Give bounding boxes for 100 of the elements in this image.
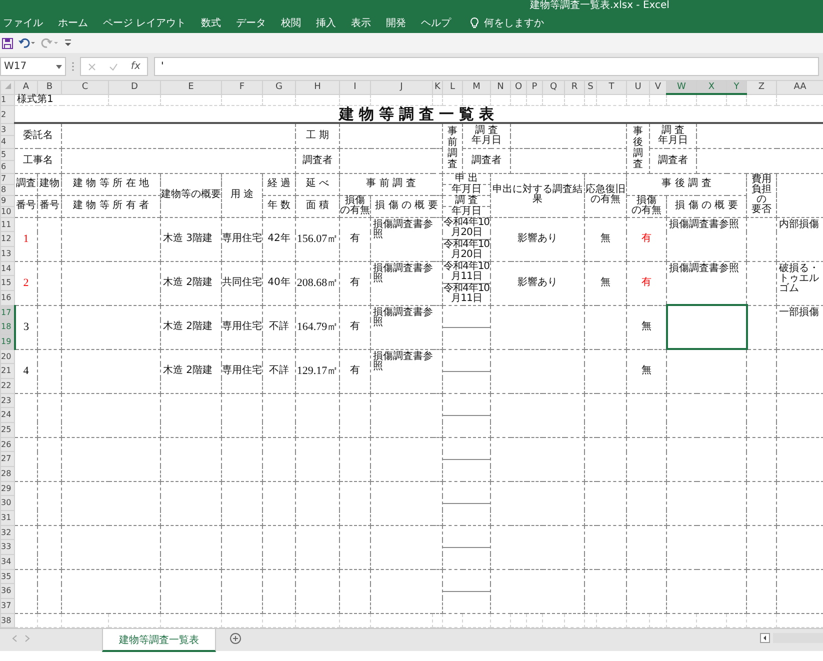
column-header[interactable]: E	[160, 80, 222, 94]
column-header[interactable]: X	[696, 80, 726, 94]
row-header[interactable]: 6	[0, 160, 14, 173]
row-header[interactable]: 12	[0, 232, 14, 246]
formula-field[interactable]: '	[154, 57, 819, 76]
row-header[interactable]: 8	[0, 184, 14, 195]
column-header[interactable]: B	[38, 80, 62, 94]
redo-icon[interactable]	[41, 38, 59, 48]
scroll-left-icon[interactable]	[12, 634, 17, 642]
sheet-tab[interactable]: 建物等調査一覧表	[102, 628, 216, 652]
check-icon[interactable]	[108, 62, 118, 70]
select-all-icon[interactable]	[4, 83, 10, 90]
column-header[interactable]: L	[442, 80, 462, 94]
column-header[interactable]: P	[526, 80, 542, 94]
menu-item[interactable]: 数式	[201, 16, 222, 30]
row-header[interactable]: 2	[0, 105, 14, 123]
column-header[interactable]: Z	[746, 80, 776, 94]
row-header[interactable]: 9	[0, 195, 14, 206]
menu-item[interactable]: ファイル	[3, 16, 43, 30]
column-header[interactable]: R	[564, 80, 584, 94]
cancel-icon[interactable]	[88, 62, 96, 70]
column-header[interactable]: O	[510, 80, 526, 94]
column-heading: 申 出	[442, 173, 490, 184]
column-header[interactable]: D	[108, 80, 160, 94]
active-cell[interactable]	[666, 305, 746, 349]
column-header[interactable]: U	[626, 80, 650, 94]
row-header[interactable]: 3	[0, 123, 14, 136]
menu-item[interactable]: ホーム	[58, 16, 88, 30]
row-header[interactable]: 20	[0, 349, 14, 364]
column-header[interactable]: K	[432, 80, 442, 94]
column-heading: 事 後 調 査	[626, 173, 746, 195]
row-header[interactable]: 32	[0, 525, 14, 540]
column-heading: 事前調査	[448, 126, 458, 170]
row-header[interactable]: 38	[0, 613, 14, 627]
row-header[interactable]: 18	[0, 320, 14, 334]
row-header[interactable]: 16	[0, 290, 14, 305]
row-header[interactable]: 17	[0, 305, 14, 320]
scroll-left-button-icon[interactable]	[760, 632, 770, 642]
row-header[interactable]: 33	[0, 540, 14, 554]
row-header[interactable]: 35	[0, 569, 14, 584]
column-header[interactable]: Q	[542, 80, 564, 94]
menu-item[interactable]: 校閲	[281, 16, 302, 30]
row-header[interactable]: 23	[0, 393, 14, 408]
column-header[interactable]: G	[262, 80, 296, 94]
column-header[interactable]: A	[14, 80, 38, 94]
undo-icon[interactable]	[18, 38, 36, 48]
menu-item[interactable]: 挿入	[316, 16, 336, 30]
column-header[interactable]: T	[596, 80, 626, 94]
row-header[interactable]: 15	[0, 276, 14, 290]
row-header[interactable]: 28	[0, 466, 14, 481]
menu-item[interactable]: ページ レイアウト	[103, 16, 186, 30]
column-header[interactable]: C	[62, 80, 108, 94]
row-header[interactable]: 24	[0, 408, 14, 422]
row-header[interactable]: 22	[0, 378, 14, 393]
name-box[interactable]: W17	[0, 57, 66, 76]
row-header[interactable]: 37	[0, 598, 14, 613]
tell-me-search[interactable]: 何をしますか	[484, 16, 544, 30]
row-header[interactable]: 30	[0, 496, 14, 510]
column-heading: 要否	[750, 205, 772, 215]
row-header[interactable]: 26	[0, 437, 14, 452]
row-header[interactable]: 34	[0, 554, 14, 569]
row-header[interactable]: 25	[0, 422, 14, 437]
table-cell: 156.07㎡	[296, 217, 340, 261]
insert-function-button[interactable]: fx	[130, 61, 140, 72]
menu-item[interactable]: ヘルプ	[421, 16, 452, 30]
column-heading: 年 数	[262, 195, 296, 217]
column-header[interactable]: N	[490, 80, 510, 94]
menu-item[interactable]: 開発	[386, 16, 406, 30]
row-header[interactable]: 36	[0, 584, 14, 598]
column-header[interactable]: Y	[726, 80, 746, 94]
row-header[interactable]: 5	[0, 148, 14, 160]
row-header[interactable]: 11	[0, 217, 14, 232]
row-header[interactable]: 7	[0, 173, 14, 184]
row-header[interactable]: 13	[0, 246, 14, 261]
column-header[interactable]: V	[650, 80, 666, 94]
menu-item[interactable]: データ	[236, 16, 266, 30]
column-header[interactable]: S	[584, 80, 596, 94]
row-header[interactable]: 29	[0, 481, 14, 496]
column-header[interactable]: W	[666, 80, 696, 94]
row-header[interactable]: 19	[0, 334, 14, 349]
column-header[interactable]: M	[462, 80, 490, 94]
column-heading: 調 査	[661, 126, 685, 136]
column-header[interactable]: H	[296, 80, 340, 94]
row-header[interactable]: 27	[0, 452, 14, 466]
column-header[interactable]: I	[340, 80, 370, 94]
menu-item[interactable]: 表示	[351, 16, 372, 30]
row-header[interactable]: 21	[0, 364, 14, 378]
row-header[interactable]: 4	[0, 136, 14, 148]
column-header[interactable]: F	[222, 80, 262, 94]
customize-toolbar-icon[interactable]	[64, 39, 72, 47]
column-header[interactable]: J	[370, 80, 432, 94]
add-sheet-icon[interactable]	[230, 632, 241, 644]
column-header[interactable]: AA	[776, 80, 823, 94]
row-header[interactable]: 10	[0, 206, 14, 217]
field-label: 調査者	[650, 148, 696, 173]
scroll-right-icon[interactable]	[25, 634, 30, 642]
row-header[interactable]: 14	[0, 261, 14, 276]
save-icon[interactable]	[2, 38, 13, 48]
row-header[interactable]: 1	[0, 94, 14, 105]
row-header[interactable]: 31	[0, 510, 14, 525]
